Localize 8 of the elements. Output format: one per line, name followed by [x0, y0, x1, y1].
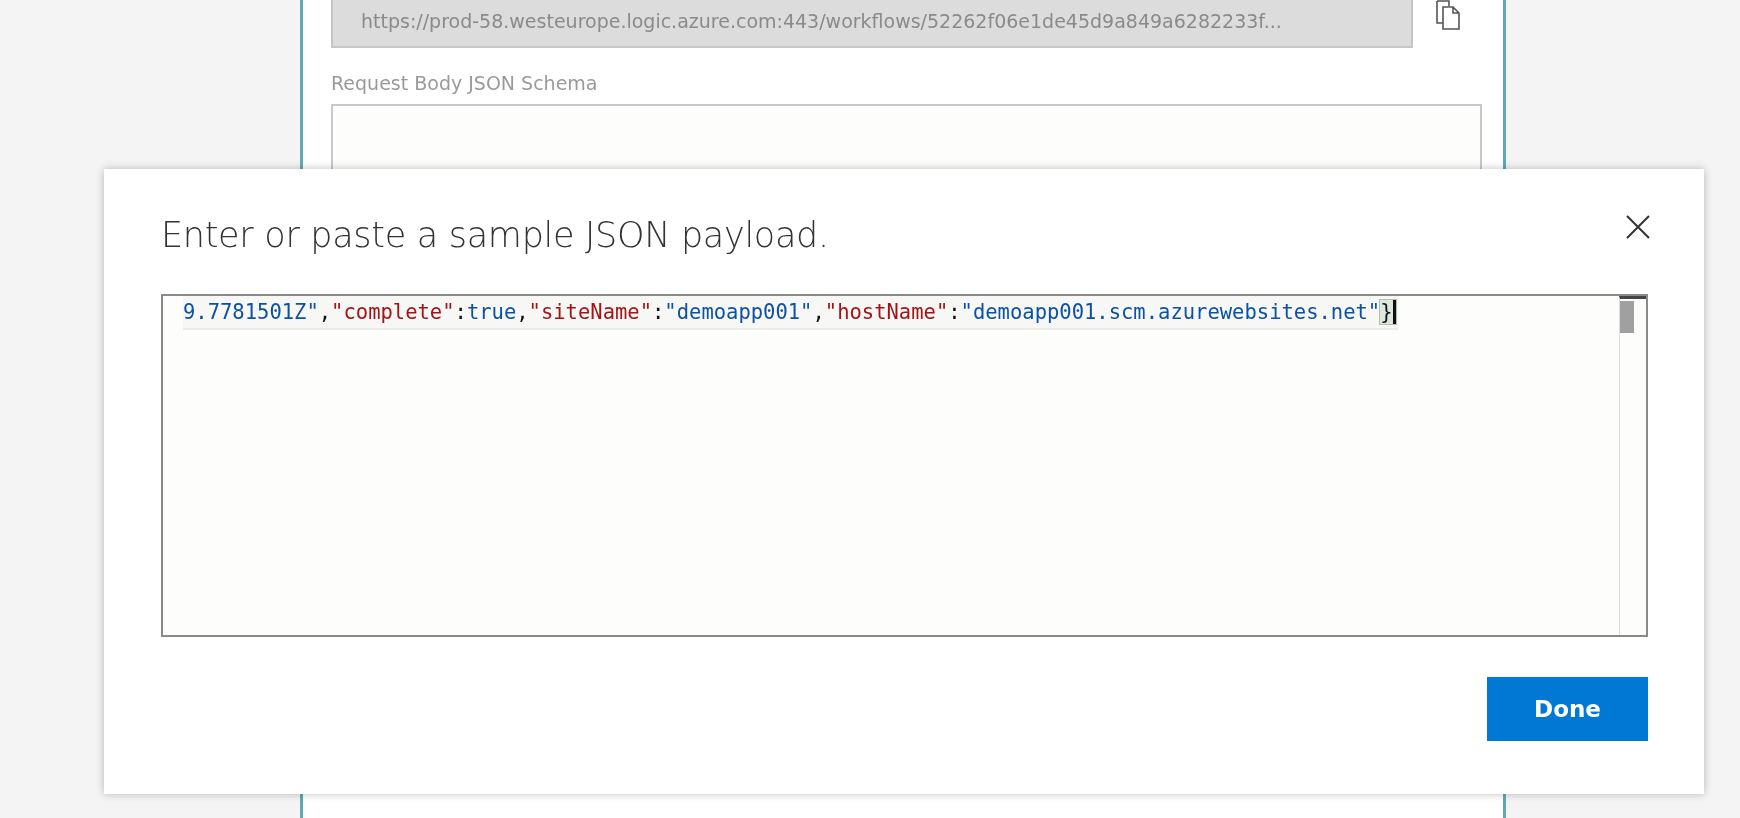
scrollbar-thumb[interactable] — [1620, 301, 1634, 333]
done-button[interactable]: Done — [1487, 677, 1648, 741]
json-editor[interactable]: 9.7781501Z","complete":true,"siteName":"demoapp001","hostName":"demoapp001.scm.azurewebsites.net"} — [161, 294, 1648, 637]
field-label: Request Body JSON Schema — [331, 72, 599, 94]
copy-icon[interactable] — [1435, 0, 1463, 30]
close-icon[interactable] — [1626, 215, 1650, 239]
dialog-title: Enter or paste a sample JSON payload. — [161, 215, 829, 255]
url-field[interactable]: https://prod-58.westeurope.logic.azure.com:443/workflows/52262f06e1de45d9a849a6282233f... — [331, 0, 1413, 48]
